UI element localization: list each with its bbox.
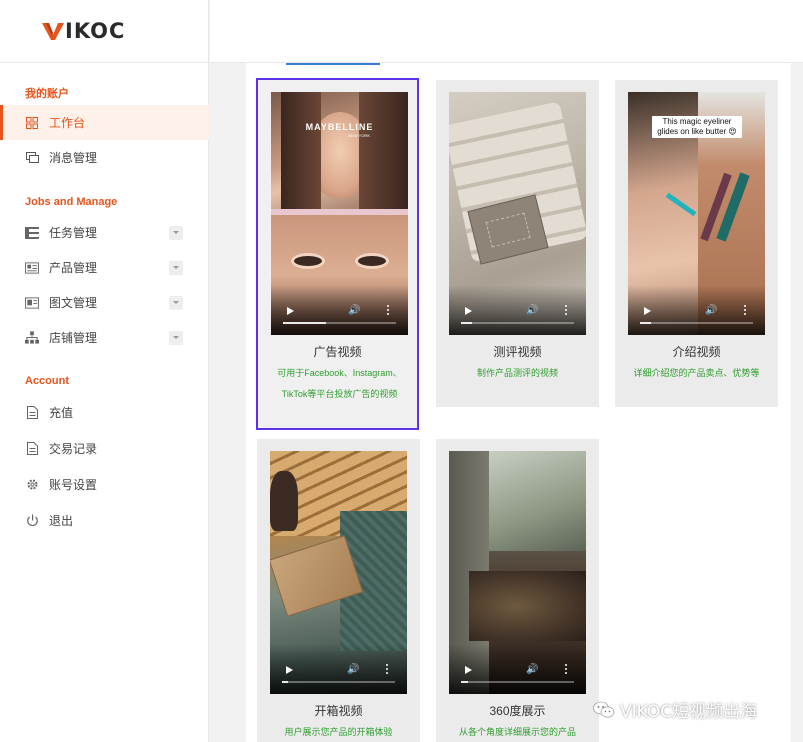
chevron-down-icon[interactable] [169, 295, 183, 310]
volume-icon[interactable]: 🔊 [526, 664, 538, 675]
video-progress-bar[interactable] [461, 322, 574, 324]
video-thumbnail[interactable]: MAYBELLINE NEW YORK 🔊 [271, 92, 408, 335]
sidebar-item-image-text[interactable]: 图文管理 [0, 285, 209, 320]
chevron-down-icon[interactable] [169, 330, 183, 345]
product-icon [25, 261, 39, 275]
document-icon [25, 405, 39, 419]
video-thumbnail[interactable]: This magic eyeliner glides on like butte… [628, 92, 765, 335]
video-controls: 🔊 [271, 285, 408, 335]
card-description-line: 用户展示您产品的开箱体验 [284, 727, 393, 737]
sidebar-item-label: 退出 [49, 513, 74, 528]
play-icon[interactable] [287, 307, 294, 315]
task-icon [25, 226, 39, 240]
dashboard-icon [25, 116, 39, 130]
sidebar-item-tasks[interactable]: 任务管理 [0, 215, 209, 250]
sidebar-item-label: 任务管理 [49, 226, 98, 240]
card-title: 广告视频 [313, 345, 362, 359]
volume-icon[interactable]: 🔊 [348, 305, 360, 316]
card-title: 360度展示 [489, 704, 546, 718]
sidebar-item-messages[interactable]: 消息管理 [0, 140, 209, 175]
video-controls: 🔊 [449, 285, 586, 335]
sidebar-item-workbench[interactable]: 工作台 [0, 105, 209, 140]
section-title-account: Account [25, 375, 69, 387]
card-description-line: 可用于Facebook、Instagram、 [277, 368, 402, 378]
more-options-icon[interactable] [386, 664, 389, 675]
video-controls: 🔊 [270, 644, 407, 694]
sidebar-item-label: 店铺管理 [49, 331, 98, 345]
video-card-review[interactable]: 🔊 测评视频 制作产品测评的视频 [436, 80, 599, 407]
video-card-ad[interactable]: MAYBELLINE NEW YORK 🔊 广告视频 可用于Facebook、I… [256, 78, 419, 430]
document-icon [25, 441, 39, 455]
sidebar-item-label: 工作台 [49, 116, 86, 130]
card-description-line: TikTok等平台投放广告的视频 [281, 389, 398, 399]
sidebar-item-label: 账号设置 [49, 477, 98, 492]
video-progress-bar[interactable] [282, 681, 395, 683]
video-progress-bar[interactable] [283, 322, 396, 324]
card-description-line: 制作产品测评的视频 [476, 368, 558, 378]
video-controls: 🔊 [628, 285, 765, 335]
power-icon [25, 513, 39, 527]
volume-icon[interactable]: 🔊 [705, 305, 717, 316]
card-description-line: 从各个角度详细展示您的产品 [458, 727, 576, 737]
card-title: 开箱视频 [314, 704, 363, 718]
brand-overlay-text: MAYBELLINE [305, 122, 374, 132]
play-icon[interactable] [465, 307, 472, 315]
more-options-icon[interactable] [387, 305, 390, 316]
video-card-intro[interactable]: This magic eyeliner glides on like butte… [615, 80, 778, 407]
caption-bubble: This magic eyeliner glides on like butte… [652, 116, 742, 138]
video-frame-face: MAYBELLINE NEW YORK [271, 92, 408, 212]
video-progress-bar[interactable] [640, 322, 753, 324]
gear-icon [25, 477, 39, 491]
sidebar-item-logout[interactable]: 退出 [0, 502, 209, 538]
message-icon [25, 151, 39, 165]
wechat-watermark: VIKOC短视频出海 [593, 697, 757, 722]
sidebar: IKOC 我的账户 工作台 消息管理 Jobs and Manage 任务管理 [0, 0, 209, 742]
sidebar-item-transactions[interactable]: 交易记录 [0, 430, 209, 466]
volume-icon[interactable]: 🔊 [347, 664, 359, 675]
card-title: 测评视频 [493, 345, 542, 359]
sidebar-item-label: 图文管理 [49, 296, 98, 310]
play-icon[interactable] [286, 666, 293, 674]
video-thumbnail[interactable]: 🔊 [449, 451, 586, 694]
watermark-text: VIKOC短视频出海 [620, 702, 758, 722]
video-thumbnail[interactable]: 🔊 [270, 451, 407, 694]
sidebar-item-label: 产品管理 [49, 261, 98, 275]
section-title-jobs: Jobs and Manage [25, 196, 118, 208]
sidebar-item-stores[interactable]: 店铺管理 [0, 320, 209, 355]
more-options-icon[interactable] [744, 305, 747, 316]
video-type-panel: MAYBELLINE NEW YORK 🔊 广告视频 可用于Facebook、I… [246, 63, 791, 742]
more-options-icon[interactable] [565, 664, 568, 675]
volume-icon[interactable]: 🔊 [526, 305, 538, 316]
video-controls: 🔊 [449, 644, 586, 694]
video-card-unboxing[interactable]: 🔊 开箱视频 用户展示您产品的开箱体验 [257, 439, 420, 742]
video-progress-bar[interactable] [461, 681, 574, 683]
chevron-down-icon[interactable] [169, 260, 183, 275]
sidebar-item-recharge[interactable]: 充值 [0, 394, 209, 430]
brand-overlay-subtext: NEW YORK [348, 133, 370, 138]
sidebar-item-label: 交易记录 [49, 441, 98, 456]
logo-v-mark-icon [42, 23, 64, 40]
sidebar-item-settings[interactable]: 账号设置 [0, 466, 209, 502]
sidebar-item-products[interactable]: 产品管理 [0, 250, 209, 285]
wechat-icon [593, 701, 615, 717]
sidebar-item-label: 充值 [49, 405, 74, 420]
top-header [210, 0, 803, 63]
video-thumbnail[interactable]: 🔊 [449, 92, 586, 335]
card-title: 介绍视频 [672, 345, 721, 359]
play-icon[interactable] [465, 666, 472, 674]
logo-text: IKOC [65, 19, 126, 43]
scrolled-link[interactable] [286, 63, 380, 65]
chevron-down-icon[interactable] [169, 225, 183, 240]
section-title-my-account: 我的账户 [25, 88, 69, 100]
play-icon[interactable] [644, 307, 651, 315]
store-icon [25, 331, 39, 345]
more-options-icon[interactable] [565, 305, 568, 316]
logo-bar: IKOC [0, 0, 208, 63]
card-description-line: 详细介绍您的产品卖点、优势等 [633, 368, 760, 378]
sidebar-item-label: 消息管理 [49, 151, 98, 165]
image-text-icon [25, 296, 39, 310]
video-card-360[interactable]: 🔊 360度展示 从各个角度详细展示您的产品 [436, 439, 599, 742]
vikoc-logo[interactable]: IKOC [42, 19, 125, 43]
